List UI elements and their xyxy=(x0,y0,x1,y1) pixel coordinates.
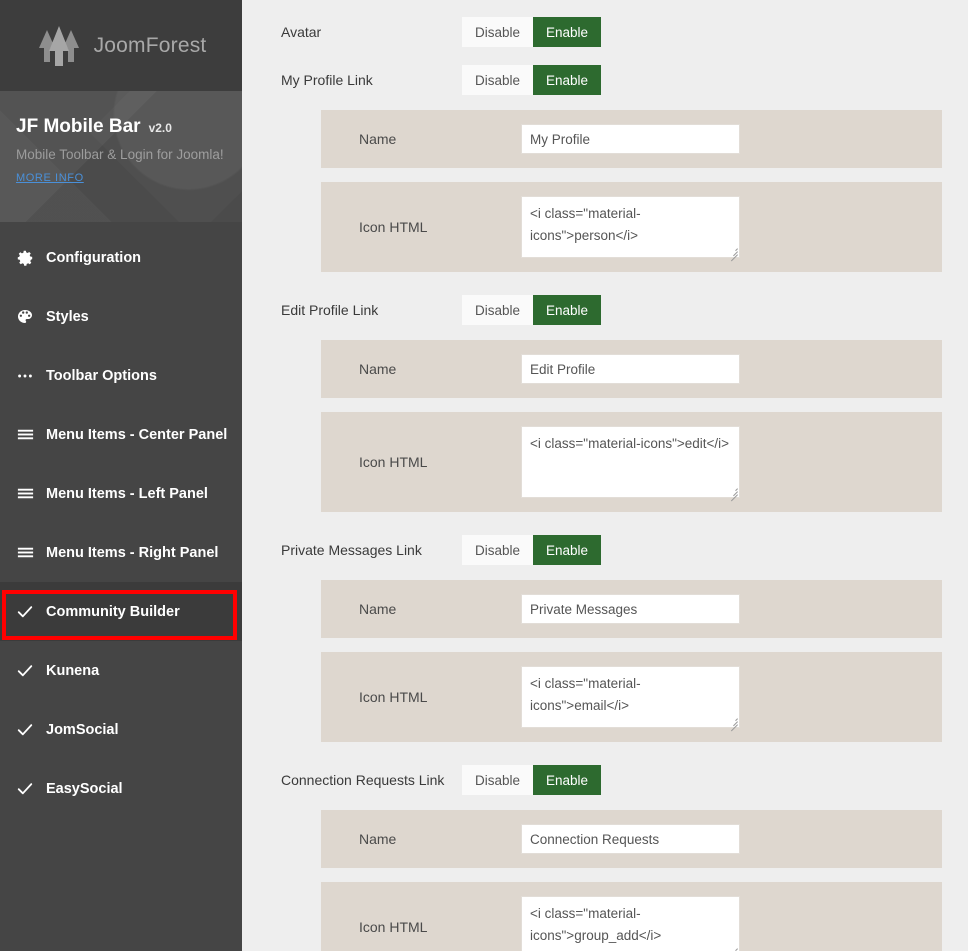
field-panel-icon-html: Icon HTML <i class="material-icons">pers… xyxy=(321,182,942,272)
disable-button[interactable]: Disable xyxy=(462,65,534,95)
toggle-group-private-messages-link: Disable Enable xyxy=(462,535,602,565)
field-panel-name: Name xyxy=(321,340,942,398)
promo-title: JF Mobile Bar xyxy=(16,116,141,137)
icon-html-textarea[interactable]: <i class="material-icons">email</i> xyxy=(521,666,740,728)
icon-html-textarea[interactable]: <i class="material-icons">group_add</i> xyxy=(521,896,740,951)
sidebar-nav: Configuration Styles Toolbar Options Men… xyxy=(0,222,242,818)
hamburger-icon xyxy=(16,425,46,444)
gear-icon xyxy=(16,249,46,267)
disable-button[interactable]: Disable xyxy=(462,295,534,325)
field-panel-icon-html: Icon HTML <i class="material-icons">edit… xyxy=(321,412,942,512)
icon-html-textarea[interactable]: <i class="material-icons">edit</i> xyxy=(521,426,740,498)
check-icon xyxy=(16,780,46,798)
check-icon xyxy=(16,662,46,680)
field-panel-name: Name xyxy=(321,580,942,638)
field-label: Icon HTML xyxy=(359,689,428,705)
check-icon xyxy=(16,721,46,739)
name-input[interactable] xyxy=(521,124,740,154)
main-content: Avatar Disable Enable My Profile Link Di… xyxy=(242,0,968,951)
three-trees-logo-icon xyxy=(38,25,79,66)
brand-name: JoomForest xyxy=(93,33,207,57)
sidebar-item-community-builder[interactable]: Community Builder xyxy=(0,582,242,641)
sidebar-item-label: Menu Items - Center Panel xyxy=(46,426,228,443)
field-label: Name xyxy=(359,361,397,377)
sidebar-item-menu-items-right-panel[interactable]: Menu Items - Right Panel xyxy=(0,523,242,582)
disable-button[interactable]: Disable xyxy=(462,765,534,795)
setting-row-my-profile-link: My Profile Link Disable Enable xyxy=(242,56,968,104)
check-icon xyxy=(16,603,46,621)
icon-html-textarea[interactable]: <i class="material-icons">person</i> xyxy=(521,196,740,258)
promo-banner: JF Mobile Bar v2.0 Mobile Toolbar & Login… xyxy=(0,91,242,222)
sidebar-item-label: Styles xyxy=(46,308,89,325)
setting-row-avatar: Avatar Disable Enable xyxy=(242,8,968,56)
sidebar-item-label: Menu Items - Right Panel xyxy=(46,544,219,561)
sidebar-item-easysocial[interactable]: EasySocial xyxy=(0,759,242,818)
sidebar: JoomForest JF Mobile Bar v2.0 Mobile Tool… xyxy=(0,0,242,951)
sidebar-item-toolbar-options[interactable]: Toolbar Options xyxy=(0,346,242,405)
icon-html-wrapper: <i class="material-icons">group_add</i> xyxy=(521,896,740,951)
toggle-group-avatar: Disable Enable xyxy=(462,17,602,47)
sidebar-item-jomsocial[interactable]: JomSocial xyxy=(0,700,242,759)
hamburger-icon xyxy=(16,543,46,562)
field-label: Icon HTML xyxy=(359,219,428,235)
setting-label: Edit Profile Link xyxy=(281,302,379,318)
name-input[interactable] xyxy=(521,824,740,854)
enable-button[interactable]: Enable xyxy=(533,65,602,95)
sidebar-item-kunena[interactable]: Kunena xyxy=(0,641,242,700)
field-label: Name xyxy=(359,131,397,147)
icon-html-wrapper: <i class="material-icons">edit</i> xyxy=(521,426,740,502)
enable-button[interactable]: Enable xyxy=(533,295,602,325)
sidebar-item-label: Toolbar Options xyxy=(46,367,157,384)
disable-button[interactable]: Disable xyxy=(462,17,534,47)
setting-label: Avatar xyxy=(281,24,322,40)
setting-row-edit-profile-link: Edit Profile Link Disable Enable xyxy=(242,286,968,334)
setting-label: Connection Requests Link xyxy=(281,772,445,788)
setting-label: Private Messages Link xyxy=(281,542,422,558)
sidebar-item-label: Kunena xyxy=(46,662,100,679)
sidebar-item-label: EasySocial xyxy=(46,780,123,797)
setting-label: My Profile Link xyxy=(281,72,373,88)
sidebar-item-styles[interactable]: Styles xyxy=(0,287,242,346)
field-panel-name: Name xyxy=(321,810,942,868)
name-input[interactable] xyxy=(521,594,740,624)
icon-html-wrapper: <i class="material-icons">email</i> xyxy=(521,666,740,732)
more-info-link[interactable]: MORE INFO xyxy=(16,172,84,184)
field-label: Name xyxy=(359,831,397,847)
sidebar-item-label: JomSocial xyxy=(46,721,119,738)
palette-icon xyxy=(16,308,46,326)
field-panel-icon-html: Icon HTML <i class="material-icons">grou… xyxy=(321,882,942,951)
setting-row-private-messages-link: Private Messages Link Disable Enable xyxy=(242,526,968,574)
icon-html-wrapper: <i class="material-icons">person</i> xyxy=(521,196,740,262)
brand-header: JoomForest xyxy=(0,0,242,91)
toggle-group-my-profile-link: Disable Enable xyxy=(462,65,602,95)
enable-button[interactable]: Enable xyxy=(533,17,602,47)
field-label: Icon HTML xyxy=(359,454,428,470)
hamburger-icon xyxy=(16,484,46,503)
name-input[interactable] xyxy=(521,354,740,384)
enable-button[interactable]: Enable xyxy=(533,765,602,795)
sidebar-item-label: Menu Items - Left Panel xyxy=(46,485,208,502)
field-panel-name: Name xyxy=(321,110,942,168)
toggle-group-edit-profile-link: Disable Enable xyxy=(462,295,602,325)
disable-button[interactable]: Disable xyxy=(462,535,534,565)
app-window: JoomForest JF Mobile Bar v2.0 Mobile Tool… xyxy=(0,0,968,951)
setting-row-connection-requests-link: Connection Requests Link Disable Enable xyxy=(242,756,968,804)
sidebar-item-menu-items-center-panel[interactable]: Menu Items - Center Panel xyxy=(0,405,242,464)
promo-version: v2.0 xyxy=(148,121,172,135)
field-label: Icon HTML xyxy=(359,919,428,935)
sidebar-item-label: Configuration xyxy=(46,249,142,266)
promo-subtitle: Mobile Toolbar & Login for Joomla! xyxy=(16,147,224,162)
field-panel-icon-html: Icon HTML <i class="material-icons">emai… xyxy=(321,652,942,742)
field-label: Name xyxy=(359,601,397,617)
ellipsis-icon xyxy=(16,367,46,385)
toggle-group-connection-requests-link: Disable Enable xyxy=(462,765,602,795)
sidebar-item-configuration[interactable]: Configuration xyxy=(0,228,242,287)
sidebar-item-label: Community Builder xyxy=(46,603,180,620)
enable-button[interactable]: Enable xyxy=(533,535,602,565)
sidebar-item-menu-items-left-panel[interactable]: Menu Items - Left Panel xyxy=(0,464,242,523)
